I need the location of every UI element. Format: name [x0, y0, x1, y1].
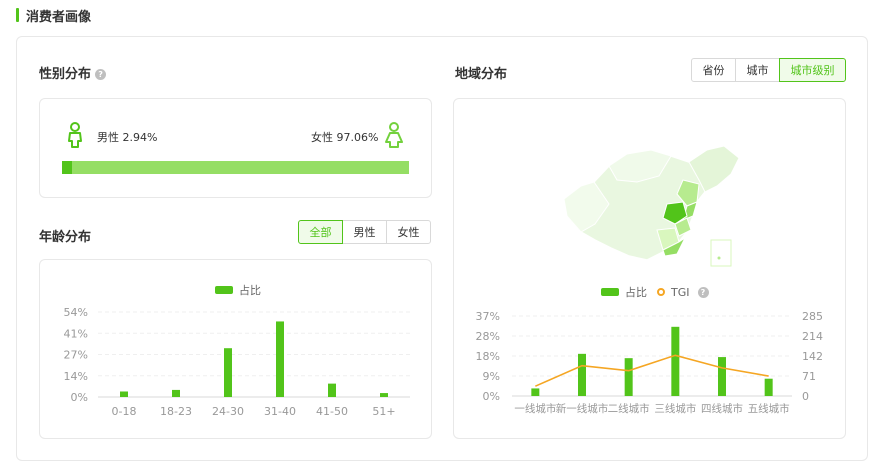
bar: [380, 393, 388, 397]
gender-title-row: 性别分布?: [39, 63, 107, 82]
female-share-label: 女性 97.06%: [311, 131, 379, 144]
region-filter-city[interactable]: 城市: [735, 58, 780, 82]
region-title: 地域分布: [455, 67, 508, 82]
x-tick-label: 0-18: [112, 405, 137, 418]
gender-male-fill: [62, 161, 73, 174]
y-tick-label: 0%: [71, 391, 88, 404]
help-icon[interactable]: ?: [95, 69, 107, 80]
bar: [718, 357, 726, 396]
male-share-label: 男性 2.94%: [97, 131, 158, 144]
bar: [120, 391, 128, 397]
age-filter-all[interactable]: 全部: [298, 220, 343, 244]
x-tick-label: 五线城市: [748, 402, 790, 415]
region-filter-province[interactable]: 省份: [691, 58, 736, 82]
y-right-tick-label: 285: [802, 310, 823, 323]
tgi-line: [535, 354, 769, 387]
gender-card: 男性 2.94% 女性 97.06%: [39, 98, 432, 198]
x-tick-label: 二线城市: [608, 402, 650, 415]
age-filter-male[interactable]: 男性: [342, 220, 387, 244]
gender-title: 性别分布: [39, 67, 92, 82]
y-right-tick-label: 0: [802, 390, 809, 403]
y-left-tick-label: 9%: [483, 370, 500, 383]
bar: [578, 353, 586, 396]
x-tick-label: 三线城市: [654, 402, 696, 415]
x-tick-label: 四线城市: [701, 402, 743, 415]
y-left-tick-label: 0%: [483, 390, 500, 403]
bar: [624, 358, 633, 396]
region-filter-group: 省份 城市 城市级别: [691, 58, 846, 82]
y-left-tick-label: 18%: [476, 350, 500, 363]
y-right-tick-label: 214: [802, 330, 823, 343]
section-title: 消费者画像: [26, 9, 92, 25]
x-tick-label: 一线城市: [514, 402, 556, 415]
region-filter-city-level[interactable]: 城市级别: [779, 58, 846, 82]
age-title: 年龄分布: [39, 230, 92, 245]
x-tick-label: 51+: [372, 405, 395, 418]
age-filter-female[interactable]: 女性: [386, 220, 431, 244]
age-filter-group: 全部 男性 女性: [298, 220, 431, 244]
age-chart-card: 占比 0% 14% 27% 41% 54% 0-18 18-23 24-30 31-40 41-5…: [39, 259, 432, 439]
y-tick-label: 54%: [64, 306, 88, 319]
y-left-tick-label: 28%: [476, 330, 500, 343]
bar: [224, 348, 232, 397]
y-tick-label: 27%: [64, 349, 88, 362]
bar: [172, 389, 180, 397]
bar: [671, 326, 680, 396]
male-figure-icon: [68, 122, 82, 148]
section-header: 消费者画像: [16, 7, 92, 25]
bar: [328, 383, 336, 397]
bar: [764, 378, 773, 396]
x-tick-label: 31-40: [264, 405, 296, 418]
region-card: 占比 TGI ? 0% 0 9% 71 18% 142 28% 214 37% 285 一线城市 新一…: [453, 98, 846, 439]
section-accent-bar: [16, 8, 19, 22]
x-tick-label: 新一线城市: [556, 402, 609, 415]
y-tick-label: 41%: [64, 327, 88, 340]
y-right-tick-label: 71: [802, 370, 816, 383]
bar: [531, 388, 540, 396]
y-right-tick-label: 142: [802, 350, 823, 363]
x-tick-label: 24-30: [212, 405, 244, 418]
y-left-tick-label: 37%: [476, 310, 500, 323]
bar: [276, 321, 284, 397]
city-level-chart: 0% 0 9% 71 18% 142 28% 214 37% 285 一线城市 新一线城市 二线城市 三线…: [476, 310, 823, 415]
gender-ratio-bar: [62, 161, 409, 174]
y-tick-label: 14%: [64, 370, 88, 383]
x-tick-label: 18-23: [160, 405, 192, 418]
female-figure-icon: [385, 122, 403, 148]
age-bar-chart: 0% 14% 27% 41% 54% 0-18 18-23 24-30 31-40 41-50 51…: [64, 306, 410, 418]
x-tick-label: 41-50: [316, 405, 348, 418]
